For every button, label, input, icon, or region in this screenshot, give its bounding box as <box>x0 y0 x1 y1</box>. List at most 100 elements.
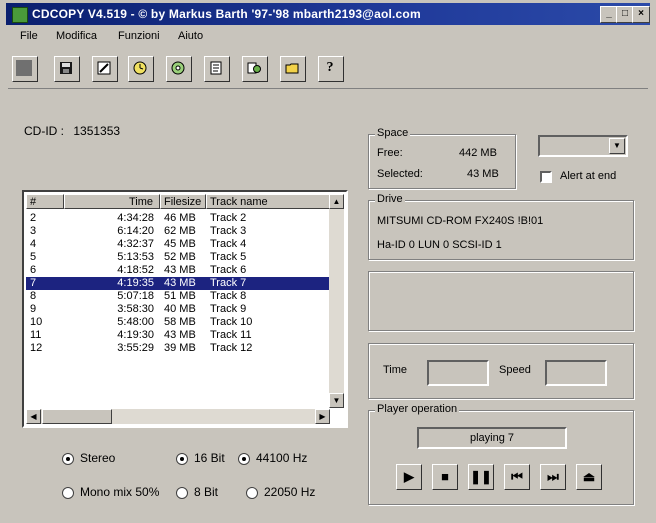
folder-icon <box>285 63 299 74</box>
toolbar-save-button[interactable] <box>54 56 80 82</box>
table-row[interactable]: 10 5:48:00 58 MB Track 10 <box>26 316 330 329</box>
track-list-header: # Time Filesize Track name <box>26 194 330 210</box>
column-number[interactable]: # <box>26 194 64 209</box>
next-button[interactable]: ⏭ <box>540 464 566 490</box>
document-icon <box>210 61 222 75</box>
next-icon: ⏭ <box>547 469 559 484</box>
track-list-vertical-scrollbar[interactable]: ▲ ▼ <box>329 194 344 408</box>
cd-id: CD-ID : 1351353 <box>24 124 120 138</box>
column-time[interactable]: Time <box>64 194 160 209</box>
track-name: Track 6 <box>210 264 247 276</box>
track-filesize: 46 MB <box>164 212 196 224</box>
table-row[interactable]: 6 4:18:52 43 MB Track 6 <box>26 264 330 277</box>
toolbar-edit-button[interactable] <box>92 56 118 82</box>
track-time: 5:48:00 <box>117 316 154 328</box>
toolbar-disc-button[interactable] <box>166 56 192 82</box>
table-row[interactable]: 11 4:19:30 43 MB Track 11 <box>26 329 330 342</box>
table-row[interactable]: 12 3:55:29 39 MB Track 12 <box>26 342 330 355</box>
scroll-left-icon[interactable]: ◀ <box>26 409 41 424</box>
22050hz-label: 22050 Hz <box>264 485 316 499</box>
player-status: playing 7 <box>417 427 567 449</box>
table-row[interactable]: 4 4:32:37 45 MB Track 4 <box>26 238 330 251</box>
scroll-down-icon[interactable]: ▼ <box>329 393 344 408</box>
toolbar-stop-button[interactable] <box>12 56 38 82</box>
track-number: 2 <box>30 212 37 224</box>
status-group <box>368 271 634 331</box>
44100hz-radio[interactable] <box>238 453 250 465</box>
toolbar-clock-button[interactable] <box>128 56 154 82</box>
toolbar-copy-button[interactable] <box>242 56 268 82</box>
title-bar: CDCOPY V4.519 - © by Markus Barth '97-'9… <box>6 3 650 25</box>
save-icon <box>60 62 72 74</box>
selected-label: Selected: <box>377 168 423 180</box>
previous-button[interactable]: ⏮ <box>504 464 530 490</box>
track-number: 3 <box>30 225 37 237</box>
eject-button[interactable]: ⏏ <box>576 464 602 490</box>
menu-aiuto[interactable]: Aiuto <box>178 30 203 42</box>
scroll-right-icon[interactable]: ▶ <box>315 409 330 424</box>
table-row[interactable]: 2 4:34:28 46 MB Track 2 <box>26 212 330 225</box>
pause-button[interactable]: ❚❚ <box>468 464 494 490</box>
44100hz-label: 44100 Hz <box>256 451 308 465</box>
play-button[interactable]: ▶ <box>396 464 422 490</box>
close-button[interactable]: × <box>632 6 650 23</box>
track-number: 6 <box>30 264 37 276</box>
track-list-horizontal-scrollbar[interactable]: ◀ ▶ <box>26 409 330 424</box>
drive-name: MITSUMI CD-ROM FX240S !B!01 <box>377 215 544 227</box>
player-operation-group: Player operation playing 7 <box>368 403 634 505</box>
menu-file[interactable]: File <box>20 30 38 42</box>
app-icon <box>12 7 28 23</box>
toolbar-document-button[interactable] <box>204 56 230 82</box>
drive-select-dropdown[interactable]: ▼ <box>538 135 628 157</box>
track-filesize: 43 MB <box>164 277 196 289</box>
toolbar: ? <box>6 50 650 84</box>
alert-checkbox[interactable] <box>540 171 552 183</box>
menu-funzioni[interactable]: Funzioni <box>118 30 160 42</box>
stereo-radio[interactable] <box>62 453 74 465</box>
free-value: 442 MB <box>459 147 497 159</box>
table-row[interactable]: 7 4:19:35 43 MB Track 7 <box>26 277 330 290</box>
track-number: 5 <box>30 251 37 263</box>
track-filesize: 58 MB <box>164 316 196 328</box>
track-filesize: 40 MB <box>164 303 196 315</box>
track-filesize: 62 MB <box>164 225 196 237</box>
track-name: Track 12 <box>210 342 253 354</box>
play-icon: ▶ <box>404 469 414 484</box>
track-list[interactable]: # Time Filesize Track name 2 4:34:28 46 MB… <box>22 190 348 428</box>
track-time: 4:34:28 <box>117 212 154 224</box>
stop-button[interactable]: ■ <box>432 464 458 490</box>
table-row[interactable]: 3 6:14:20 62 MB Track 3 <box>26 225 330 238</box>
toolbar-help-button[interactable]: ? <box>318 56 344 82</box>
scroll-up-icon[interactable]: ▲ <box>329 194 344 209</box>
window-title: CDCOPY V4.519 - © by Markus Barth '97-'9… <box>32 7 421 21</box>
column-filesize[interactable]: Filesize <box>160 194 206 209</box>
scroll-thumb[interactable] <box>42 409 112 424</box>
track-name: Track 5 <box>210 251 247 263</box>
table-row[interactable]: 5 5:13:53 52 MB Track 5 <box>26 251 330 264</box>
table-row[interactable]: 8 5:07:18 51 MB Track 8 <box>26 290 330 303</box>
track-time: 5:07:18 <box>117 290 154 302</box>
cd-id-value: 1351353 <box>73 124 121 138</box>
chevron-down-icon[interactable]: ▼ <box>609 138 625 154</box>
copy-icon <box>247 62 261 74</box>
8bit-radio[interactable] <box>176 487 188 499</box>
16bit-label: 16 Bit <box>194 451 225 465</box>
16bit-radio[interactable] <box>176 453 188 465</box>
track-time: 3:55:29 <box>117 342 154 354</box>
menu-modifica[interactable]: Modifica <box>56 30 97 42</box>
track-filesize: 43 MB <box>164 329 196 341</box>
track-name: Track 3 <box>210 225 247 237</box>
8bit-label: 8 Bit <box>194 485 219 499</box>
time-field <box>427 360 489 386</box>
22050hz-radio[interactable] <box>246 487 258 499</box>
help-icon: ? <box>326 60 334 75</box>
mono-radio[interactable] <box>62 487 74 499</box>
toolbar-folder-button[interactable] <box>280 56 306 82</box>
column-track-name[interactable]: Track name <box>206 194 330 209</box>
eject-icon: ⏏ <box>582 469 596 484</box>
stereo-label: Stereo <box>80 451 116 465</box>
track-name: Track 2 <box>210 212 247 224</box>
track-name: Track 9 <box>210 303 247 315</box>
table-row[interactable]: 9 3:58:30 40 MB Track 9 <box>26 303 330 316</box>
space-group-label: Space <box>375 127 411 139</box>
